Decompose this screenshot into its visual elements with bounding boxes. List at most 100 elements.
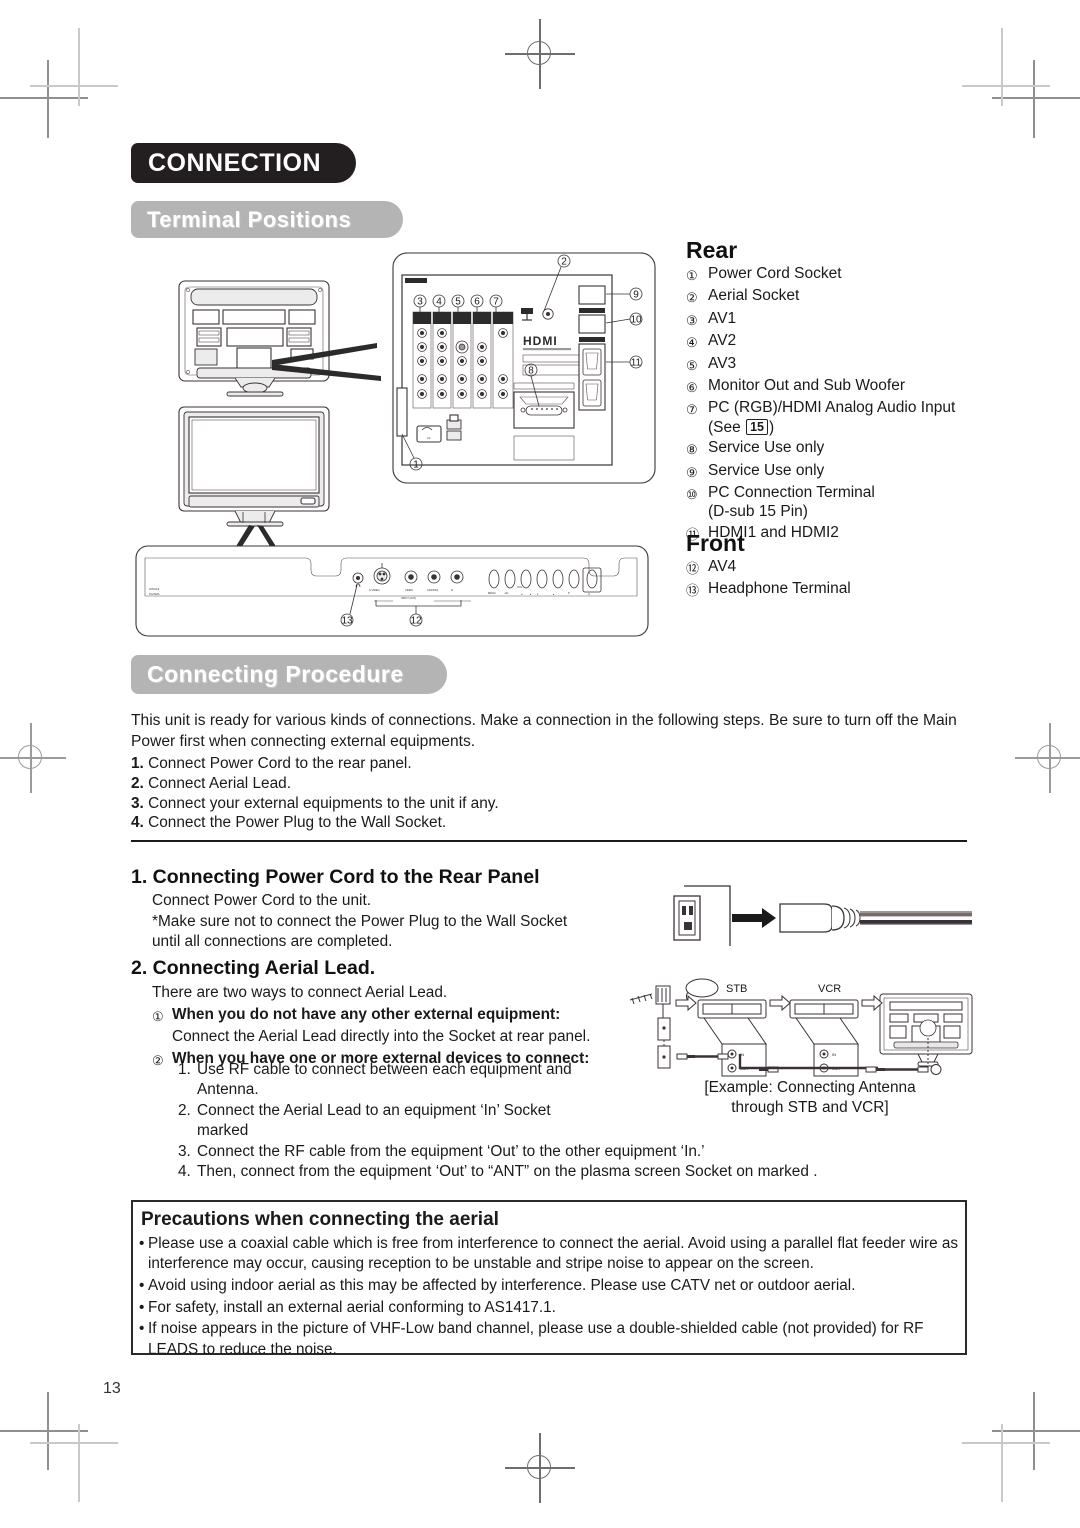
callout-9: 9 xyxy=(633,290,639,301)
item-number: ⑤ xyxy=(686,357,698,373)
list-item: ⑥ Monitor Out and Sub Woofer xyxy=(686,376,955,397)
procedure-step: 2. Connect Aerial Lead. xyxy=(131,774,831,794)
item-number: 2. xyxy=(178,1101,191,1119)
callout-7: 7 xyxy=(493,297,499,308)
list-item: ⑫ AV4 xyxy=(686,557,851,578)
numbered-item: 3. Connect the RF cable from the equipme… xyxy=(178,1142,988,1162)
list-item: ⑬ Headphone Terminal xyxy=(686,579,851,600)
tv-front-illustration xyxy=(178,406,330,527)
precautions-heading: Precautions when connecting the aerial xyxy=(141,1209,499,1230)
precaution-text: Avoid using indoor aerial as this may be… xyxy=(148,1276,856,1294)
step-number: 3. xyxy=(131,794,144,812)
precaution-text: If noise appears in the picture of VHF-L… xyxy=(148,1320,924,1358)
chapter-title-banner: CONNECTION xyxy=(131,143,356,183)
item-number: ③ xyxy=(686,312,698,328)
section-banner-connecting-procedure: Connecting Procedure xyxy=(131,655,447,694)
item-label: AV3 xyxy=(708,354,737,372)
step1-line2: *Make sure not to connect the Power Plug… xyxy=(152,912,568,930)
registration-mark-top xyxy=(505,19,575,89)
step-number: 4. xyxy=(131,814,144,832)
callout-3: 3 xyxy=(417,297,423,308)
step2-heading: 2. Connecting Aerial Lead. xyxy=(131,957,376,979)
precaution-item: • For safety, install an external aerial … xyxy=(139,1298,959,1318)
front-heading: Front xyxy=(686,530,745,556)
item-text-cont: Antenna. xyxy=(197,1081,259,1099)
section-title-connecting-procedure: Connecting Procedure xyxy=(147,661,404,687)
precaution-item: • Please use a coaxial cable which is fre… xyxy=(139,1234,959,1274)
section-title-terminal-positions: Terminal Positions xyxy=(147,206,352,232)
svg-text:R: R xyxy=(451,588,453,592)
item-number: ④ xyxy=(686,335,698,351)
step1-line1: Connect Power Cord to the unit. xyxy=(152,892,372,909)
list-item: ④ AV2 xyxy=(686,331,955,352)
svg-text:IN: IN xyxy=(832,1052,836,1057)
precaution-item: • If noise appears in the picture of VHF-… xyxy=(139,1319,959,1359)
item-number: 4. xyxy=(178,1163,191,1181)
item-label: HDMI1 and HDMI2 xyxy=(708,523,839,541)
item-number: ⑥ xyxy=(686,380,698,396)
item-label: PC Connection Terminal xyxy=(708,484,875,502)
item-label: Power Cord Socket xyxy=(708,265,842,282)
svg-text:INPUT (AV4): INPUT (AV4) xyxy=(401,596,416,600)
horizontal-divider xyxy=(131,840,967,843)
vcr-unit: VCR IN OUT xyxy=(789,983,859,1077)
step1-heading: 1. Connecting Power Cord to the Rear Pan… xyxy=(131,866,540,888)
coax-cables xyxy=(676,1053,942,1075)
item-label: Monitor Out and Sub Woofer xyxy=(708,377,906,395)
case-number: ② xyxy=(152,1052,164,1068)
svg-text:VIDEO: VIDEO xyxy=(405,588,413,592)
callout-1: 1 xyxy=(413,460,419,471)
list-item: ⑦ PC (RGB)/HDMI Analog Audio Input (See … xyxy=(686,398,955,437)
see-page-ref: 15 xyxy=(746,418,768,435)
item-number: ⑩ xyxy=(686,487,698,503)
precaution-text: For safety, install an external aerial c… xyxy=(148,1298,556,1316)
step2-intro: There are two ways to connect Aerial Lea… xyxy=(152,984,448,1001)
item-number: ⑫ xyxy=(686,561,700,576)
tv-rear-illustration xyxy=(178,280,330,397)
item-sublabel: (D-sub 15 Pin) xyxy=(708,503,808,521)
precaution-item: • Avoid using indoor aerial as this may b… xyxy=(139,1276,959,1296)
item-label: AV1 xyxy=(708,309,737,327)
antenna-diagram-caption: [Example: Connecting Antenna through STB… xyxy=(660,1078,960,1118)
list-item: ⑧ Service Use only xyxy=(686,438,955,459)
item-text: Connect the RF cable from the equipment … xyxy=(197,1142,705,1160)
numbered-item: 1. Use RF cable to connect between each … xyxy=(178,1060,668,1080)
callout-2: 2 xyxy=(561,257,567,268)
callout-13: 13 xyxy=(341,616,353,627)
item-number: ② xyxy=(686,290,698,306)
procedure-intro: This unit is ready for various kinds of … xyxy=(131,712,957,750)
item-text: Then, connect from the equipment ‘Out’ t… xyxy=(197,1163,818,1181)
procedure-step: 4. Connect the Power Plug to the Wall So… xyxy=(131,813,831,833)
item-label-group: PC (RGB)/HDMI Analog Audio Input (See 15… xyxy=(708,398,955,437)
bullet-icon: • xyxy=(139,1235,145,1252)
callout-12: 12 xyxy=(410,616,422,627)
item-number: ⑨ xyxy=(686,464,698,480)
item-text: Connect the Aerial Lead to an equipment … xyxy=(197,1101,551,1119)
item-label: AV4 xyxy=(708,558,737,575)
numbered-item: 4. Then, connect from the equipment ‘Out… xyxy=(178,1162,988,1182)
step1-body: Connect Power Cord to the unit. *Make su… xyxy=(152,891,622,953)
callout-5: 5 xyxy=(455,297,461,308)
rear-heading: Rear xyxy=(686,237,738,263)
step2-body: There are two ways to connect Aerial Lea… xyxy=(152,983,652,1071)
callout-10: 10 xyxy=(630,315,642,326)
callout-4: 4 xyxy=(436,297,442,308)
item-number: 1. xyxy=(178,1061,191,1078)
item-number: ⑦ xyxy=(686,402,698,418)
procedure-step: 1. Connect Power Cord to the rear panel. xyxy=(131,754,831,774)
step-text: Connect Aerial Lead. xyxy=(148,774,292,792)
bullet-icon: • xyxy=(139,1298,145,1316)
svg-text:VOL: VOL xyxy=(517,585,523,589)
step2-numbered-list: 1. Use RF cable to connect between each … xyxy=(178,1060,817,1182)
callout-leader-front xyxy=(235,525,277,548)
procedure-step: 3. Connect your external equipments to t… xyxy=(131,794,831,814)
rear-terminal-list: ① Power Cord Socket ② Aerial Socket ③ AV1 ④… xyxy=(686,264,955,545)
step-number: 2. xyxy=(131,774,144,792)
item-number: ① xyxy=(686,268,698,283)
item-number: ⑬ xyxy=(686,583,700,599)
item-sublabel: (See 15) xyxy=(708,418,775,436)
step-text: Connect Power Cord to the rear panel. xyxy=(148,755,412,772)
rear-terminal-zoom-panel: HDMI AC 3 4 5 6 7 2 8 9 10 11 1 xyxy=(392,252,656,484)
step-number: 1. xyxy=(131,755,144,772)
step2-case-1-desc: Connect the Aerial Lead directly into th… xyxy=(172,1028,591,1046)
